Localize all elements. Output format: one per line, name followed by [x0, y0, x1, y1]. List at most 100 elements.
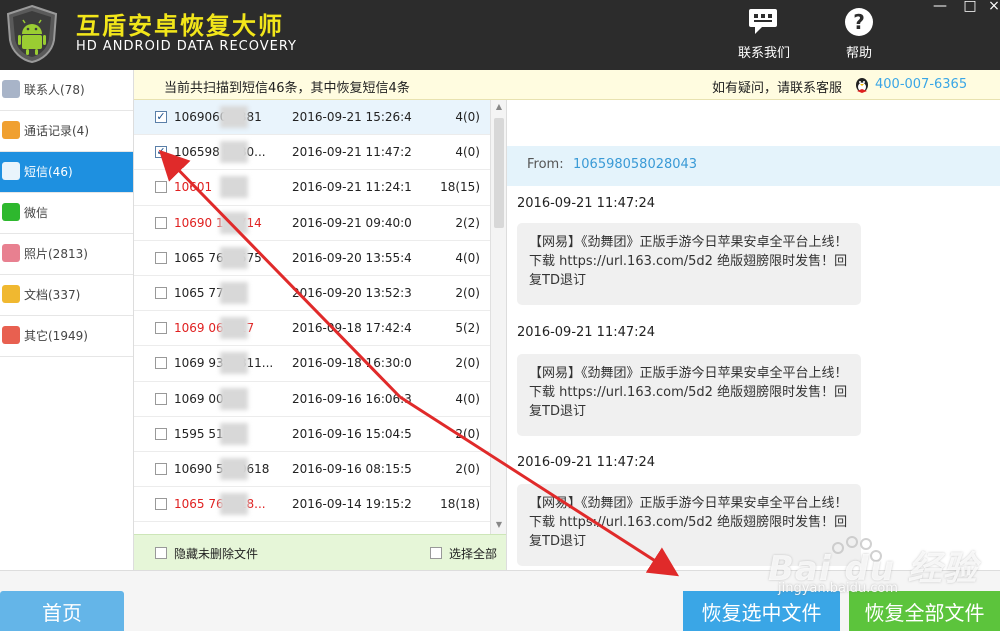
- message-time: 2016-09-21 11:47:24: [517, 196, 656, 211]
- sidebar-item-documents[interactable]: 文档(337): [0, 275, 133, 316]
- sidebar-item-contacts[interactable]: 联系人(78): [0, 70, 133, 111]
- redaction-blur: [220, 281, 248, 304]
- other-icon: [2, 326, 20, 344]
- message-date: 2016-09-18 17:42:4: [292, 321, 412, 336]
- select-all-label: 选择全部: [449, 547, 498, 561]
- table-row[interactable]: 1069 9348811...2016-09-18 16:30:02(0): [134, 346, 490, 382]
- redaction-blur: [220, 176, 248, 199]
- contact-us-label: 联系我们: [737, 46, 790, 61]
- redaction-blur: [220, 493, 248, 516]
- message-icon: [2, 162, 20, 180]
- redaction-blur: [220, 422, 248, 445]
- sender-number: 10690 135714: [174, 215, 262, 230]
- qq-penguin-icon: [854, 76, 870, 94]
- watermark-url: jingyan.baidu.com: [778, 581, 898, 596]
- sidebar-item-label: 微信: [24, 206, 49, 220]
- row-checkbox[interactable]: [155, 322, 167, 335]
- phone-icon: [2, 121, 20, 139]
- row-checkbox[interactable]: [155, 392, 167, 405]
- redaction-blur: [220, 352, 248, 375]
- select-all-checkbox[interactable]: [430, 547, 442, 559]
- message-date: 2016-09-18 16:30:0: [292, 356, 412, 371]
- row-checkbox[interactable]: [155, 216, 167, 229]
- row-checkbox[interactable]: [155, 286, 167, 299]
- table-row[interactable]: 1065 771 2016-09-20 13:52:3 2(0): [134, 276, 490, 312]
- table-row[interactable]: 10601 2016-09-21 11:24:1 18(15): [134, 170, 490, 206]
- sidebar-item-label: 联系人(78): [24, 83, 85, 97]
- row-checkbox[interactable]: [155, 181, 167, 194]
- message-count: 4(0): [455, 110, 480, 124]
- row-checkbox[interactable]: ✓: [155, 111, 167, 123]
- message-date: 2016-09-16 08:15:5: [292, 461, 412, 476]
- app-subtitle: HD ANDROID DATA RECOVERY: [76, 39, 297, 54]
- scrollbar-thumb[interactable]: [494, 118, 504, 228]
- redaction-blur: [220, 106, 248, 128]
- redaction-blur: [220, 317, 248, 340]
- help-label: 帮助: [845, 46, 872, 61]
- scroll-down-icon[interactable]: ▼: [494, 520, 504, 530]
- sidebar-item-sms[interactable]: 短信(46): [0, 152, 133, 193]
- redaction-blur: [220, 457, 248, 480]
- hide-undeleted-checkbox[interactable]: [155, 547, 167, 559]
- sender-number: 10601: [174, 180, 213, 195]
- table-row[interactable]: ✓ 1069060 5381 2016-09-21 15:26:4 4(0): [134, 100, 490, 136]
- hide-undeleted-label: 隐藏未删除文件: [174, 547, 259, 561]
- message-count: 18(18): [440, 497, 480, 512]
- message-time: 2016-09-21 11:47:24: [517, 325, 656, 340]
- row-checkbox[interactable]: ✓: [155, 146, 167, 159]
- help-button[interactable]: ? 帮助: [824, 4, 894, 61]
- sidebar-item-label: 文档(337): [24, 288, 81, 302]
- sidebar-item-wechat[interactable]: 微信: [0, 193, 133, 234]
- message-date: 2016-09-14 19:15:2: [292, 497, 412, 512]
- maximize-button[interactable]: □: [958, 0, 982, 14]
- redaction-blur: [220, 141, 248, 164]
- list-scrollbar[interactable]: ▲ ▼: [490, 100, 506, 534]
- sidebar-item-label: 照片(2813): [24, 247, 88, 261]
- home-button[interactable]: 首页: [0, 591, 124, 631]
- android-shield-logo: [4, 4, 60, 64]
- message-date: 2016-09-21 11:24:1: [292, 180, 412, 195]
- app-window: 互盾安卓恢复大师 HD ANDROID DATA RECOVERY 联系我们 ?…: [0, 0, 1000, 631]
- row-checkbox[interactable]: [155, 357, 167, 370]
- sidebar-item-other[interactable]: 其它(1949): [0, 316, 133, 357]
- table-row[interactable]: 1065 7696575 2016-09-20 13:55:4 4(0): [134, 241, 490, 276]
- contacts-icon: [2, 80, 20, 98]
- row-checkbox[interactable]: [155, 462, 167, 475]
- conversation-panel: From: 106598058028043 2016-09-21 11:47:2…: [506, 100, 1000, 570]
- table-row[interactable]: 1069 0069 2016-09-16 16:06:3 4(0): [134, 382, 490, 417]
- table-row[interactable]: 1069 060717 2016-09-18 17:42:4 5(2): [134, 311, 490, 347]
- scan-info-bar: 当前共扫描到短信46条，其中恢复短信4条 如有疑问，请联系客服 400-007-…: [134, 70, 1000, 100]
- table-row[interactable]: 1065 766618...2016-09-14 19:15:218(18): [134, 487, 490, 523]
- table-row[interactable]: 10690 54006182016-09-16 08:15:52(0): [134, 452, 490, 488]
- table-row[interactable]: ✓106598 0280...2016-09-21 11:47:24(0): [134, 135, 490, 171]
- sidebar-item-call-log[interactable]: 通话记录(4): [0, 111, 133, 152]
- sidebar-item-photos[interactable]: 照片(2813): [0, 234, 133, 275]
- message-count: 4(0): [455, 250, 480, 265]
- sidebar-item-label: 短信(46): [24, 165, 73, 179]
- row-checkbox[interactable]: [155, 427, 167, 440]
- row-checkbox[interactable]: [155, 498, 167, 511]
- from-label: From:: [527, 157, 564, 172]
- scroll-up-icon[interactable]: ▲: [494, 102, 504, 112]
- table-row[interactable]: 1595 5106 2016-09-16 15:04:5 2(0): [134, 417, 490, 452]
- message-count: 2(2): [455, 215, 480, 230]
- from-header: From: 106598058028043: [507, 146, 1000, 186]
- contact-us-button[interactable]: 联系我们: [729, 4, 799, 61]
- message-count: 2(0): [455, 461, 480, 476]
- message-count: 2(0): [455, 426, 480, 441]
- sidebar-item-label: 其它(1949): [24, 329, 88, 343]
- close-button[interactable]: ×: [982, 0, 1000, 14]
- minimize-button[interactable]: —: [928, 0, 952, 14]
- app-title: 互盾安卓恢复大师: [76, 12, 284, 40]
- message-count: 4(0): [455, 391, 480, 406]
- message-count: 5(2): [455, 321, 480, 336]
- table-row[interactable]: 10690 135714 2016-09-21 09:40:0 2(2): [134, 206, 490, 241]
- message-date: 2016-09-21 11:47:2: [292, 145, 412, 160]
- title-bar: 互盾安卓恢复大师 HD ANDROID DATA RECOVERY 联系我们 ?…: [0, 0, 1000, 70]
- support-phone[interactable]: 400-007-6365: [875, 77, 967, 92]
- message-bubble: 【网易】《劲舞团》正版手游今日苹果安卓全平台上线！下载 https://url.…: [517, 354, 861, 436]
- row-checkbox[interactable]: [155, 251, 167, 264]
- photo-icon: [2, 244, 20, 262]
- message-date: 2016-09-21 15:26:4: [292, 110, 412, 124]
- message-time: 2016-09-21 11:47:24: [517, 455, 656, 470]
